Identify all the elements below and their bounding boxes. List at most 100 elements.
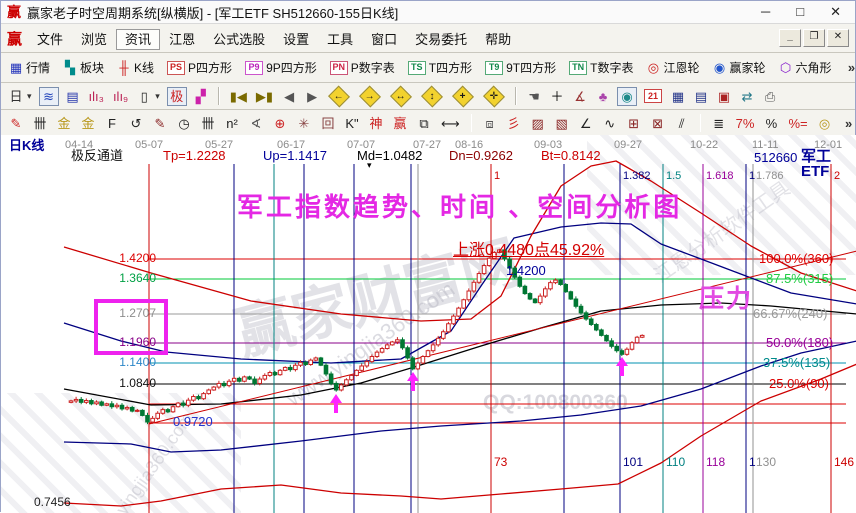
diamond-right-button[interactable]: →: [357, 88, 383, 105]
gann-wheel-small-tool-button[interactable]: ✳: [295, 115, 313, 132]
gold-circle-tool-button[interactable]: ◎: [816, 115, 834, 132]
pencil-tool-button[interactable]: ✎: [7, 115, 25, 132]
menu-item-设置[interactable]: 设置: [274, 29, 318, 50]
kline-button[interactable]: ╫K线: [115, 58, 156, 77]
percent-line-tool-button[interactable]: %=: [786, 115, 809, 132]
angle-measure-tool-button[interactable]: ∡: [571, 88, 589, 105]
menu-item-工具[interactable]: 工具: [318, 29, 362, 50]
calculator-button[interactable]: ▦: [669, 88, 687, 105]
winner-wheel-button[interactable]: ◉赢家轮: [710, 58, 767, 77]
crosshair-tool-button[interactable]: ＋: [548, 88, 566, 105]
send-chart-button[interactable]: ⇄: [738, 88, 756, 105]
extreme-channel-button[interactable]: 极: [167, 87, 187, 106]
angle-mirror-tool-button[interactable]: ∢: [247, 115, 265, 132]
menu-item-资讯[interactable]: 资讯: [116, 29, 160, 50]
candle-style-button[interactable]: 日▾: [7, 88, 34, 105]
gold-divisions2-tool-button[interactable]: 金: [79, 115, 97, 132]
9p-square-button[interactable]: P99P四方形: [243, 58, 319, 77]
percent-tool-button[interactable]: %: [762, 115, 780, 132]
menu-item-江恩[interactable]: 江恩: [160, 29, 204, 50]
single-candle-button[interactable]: ▯▾: [135, 88, 162, 105]
kline-label: K线: [134, 59, 154, 76]
price-grid-tool-button[interactable]: ⊞: [625, 115, 643, 132]
p-number-table-button[interactable]: PNP数字表: [328, 58, 397, 77]
single-candle-dropdown[interactable]: ▾: [155, 91, 160, 102]
9t-square-button[interactable]: T99T四方形: [483, 58, 558, 77]
save-button[interactable]: ▣: [715, 88, 733, 105]
info-panel-button[interactable]: ▤: [64, 88, 82, 105]
menu-item-文件[interactable]: 文件: [28, 29, 72, 50]
diamond-expand-all-button[interactable]: ✛: [481, 88, 507, 105]
marker-pencil-tool-button[interactable]: ✎: [151, 115, 169, 132]
child-restore-button[interactable]: ❐: [803, 29, 825, 47]
ruler-divisions-tool-button[interactable]: 卌: [199, 115, 217, 132]
gold-divisions-tool-button[interactable]: 金: [55, 115, 73, 132]
menu-item-公式选股[interactable]: 公式选股: [204, 29, 274, 50]
prev-page-button[interactable]: ◀: [280, 88, 298, 105]
more-row1-icon: »: [845, 60, 856, 75]
candle-style-dropdown[interactable]: ▾: [27, 91, 32, 102]
pattern-tool-button[interactable]: ◉: [617, 87, 637, 106]
fan-tool-button[interactable]: 彡: [505, 115, 523, 132]
bars-3-button[interactable]: ılı₃: [87, 88, 106, 105]
notes-button[interactable]: ▤: [692, 88, 710, 105]
child-minimize-button[interactable]: _: [779, 29, 801, 47]
kline-chart-area[interactable]: 赢家财富网www.yingjia360.comwww.yingjia360.co…: [1, 135, 856, 513]
t-square-button[interactable]: TST四方形: [406, 58, 474, 77]
k-notation-tool-button[interactable]: K": [343, 115, 361, 132]
close-button[interactable]: ✕: [830, 4, 841, 20]
menu-item-帮助[interactable]: 帮助: [476, 29, 520, 50]
minimize-button[interactable]: ─: [761, 4, 770, 20]
angle-lines-tool-button[interactable]: ∠: [577, 115, 595, 132]
width-measure-tool-button[interactable]: ⟷: [439, 115, 462, 132]
diamond-right-icon: →: [359, 85, 381, 107]
n-square-tool-button[interactable]: n²: [223, 115, 241, 132]
fractal-tool-button[interactable]: ♣: [594, 88, 612, 105]
gann-wheel-button[interactable]: ◎江恩轮: [644, 58, 701, 77]
diamond-h-expand-button[interactable]: ↔: [388, 88, 414, 105]
child-close-button[interactable]: ✕: [827, 29, 849, 47]
ying-tool-button[interactable]: 赢: [391, 115, 409, 132]
more-row1-button[interactable]: »: [843, 59, 856, 76]
percent-zone-tool-button[interactable]: 7%: [734, 115, 757, 132]
t-square-icon: TS: [408, 61, 426, 75]
diamond-left-button[interactable]: ←: [326, 88, 352, 105]
print-button[interactable]: ⎙: [761, 88, 779, 105]
parallel-lines-tool-button[interactable]: ⫽: [673, 115, 691, 132]
cycle-clock-tool-button[interactable]: ◷: [175, 115, 193, 132]
grid-ruler-tool-button[interactable]: ⧉: [415, 115, 433, 132]
diamond-v-expand-button[interactable]: ↕: [419, 88, 445, 105]
gann-box-tool-button[interactable]: ⧈: [481, 115, 499, 132]
bars-9-button[interactable]: ılı₉: [111, 88, 130, 105]
fibonacci-f-tool-button[interactable]: F: [103, 115, 121, 132]
diamond-compress-button[interactable]: +: [450, 88, 476, 105]
spiral-tool-button[interactable]: ↺: [127, 115, 145, 132]
maximize-button[interactable]: □: [796, 4, 804, 20]
next-page-button[interactable]: ▶: [303, 88, 321, 105]
menu-item-浏览[interactable]: 浏览: [72, 29, 116, 50]
scale-ruler-tool-button[interactable]: ≣: [710, 115, 728, 132]
first-page-button[interactable]: ▮◀: [228, 88, 249, 105]
t-number-table-button[interactable]: TNT数字表: [567, 58, 635, 77]
channel-view-button[interactable]: ≋: [39, 87, 59, 106]
price-grid2-tool-button[interactable]: ⊠: [649, 115, 667, 132]
hexagon-button[interactable]: ⬡六角形: [777, 58, 834, 77]
color-histogram-button[interactable]: ▞: [192, 88, 210, 105]
time-divisions-tool-button[interactable]: 卌: [31, 115, 49, 132]
last-page-button[interactable]: ▶▮: [254, 88, 275, 105]
shen-tool-button[interactable]: 神: [367, 115, 385, 132]
diamond-expand-all-glyph: ✛: [490, 91, 498, 101]
calendar-button[interactable]: 21: [642, 88, 664, 104]
fan-grid-tool-button[interactable]: ▧: [553, 115, 571, 132]
menu-item-窗口[interactable]: 窗口: [362, 29, 406, 50]
quotes-button[interactable]: ▦行情: [7, 58, 52, 77]
gann-circle-tool-button[interactable]: ⊕: [271, 115, 289, 132]
sectors-button[interactable]: ▚板块: [61, 58, 106, 77]
zigzag-tool-button[interactable]: ∿: [601, 115, 619, 132]
square-spiral-tool-button[interactable]: 回: [319, 115, 337, 132]
p-square-button[interactable]: PSP四方形: [165, 58, 234, 77]
fan-box-tool-button[interactable]: ▨: [529, 115, 547, 132]
hand-tool-button[interactable]: ☚: [525, 88, 543, 105]
more-row3a-button[interactable]: »: [840, 115, 856, 132]
menu-item-交易委托[interactable]: 交易委托: [406, 29, 476, 50]
